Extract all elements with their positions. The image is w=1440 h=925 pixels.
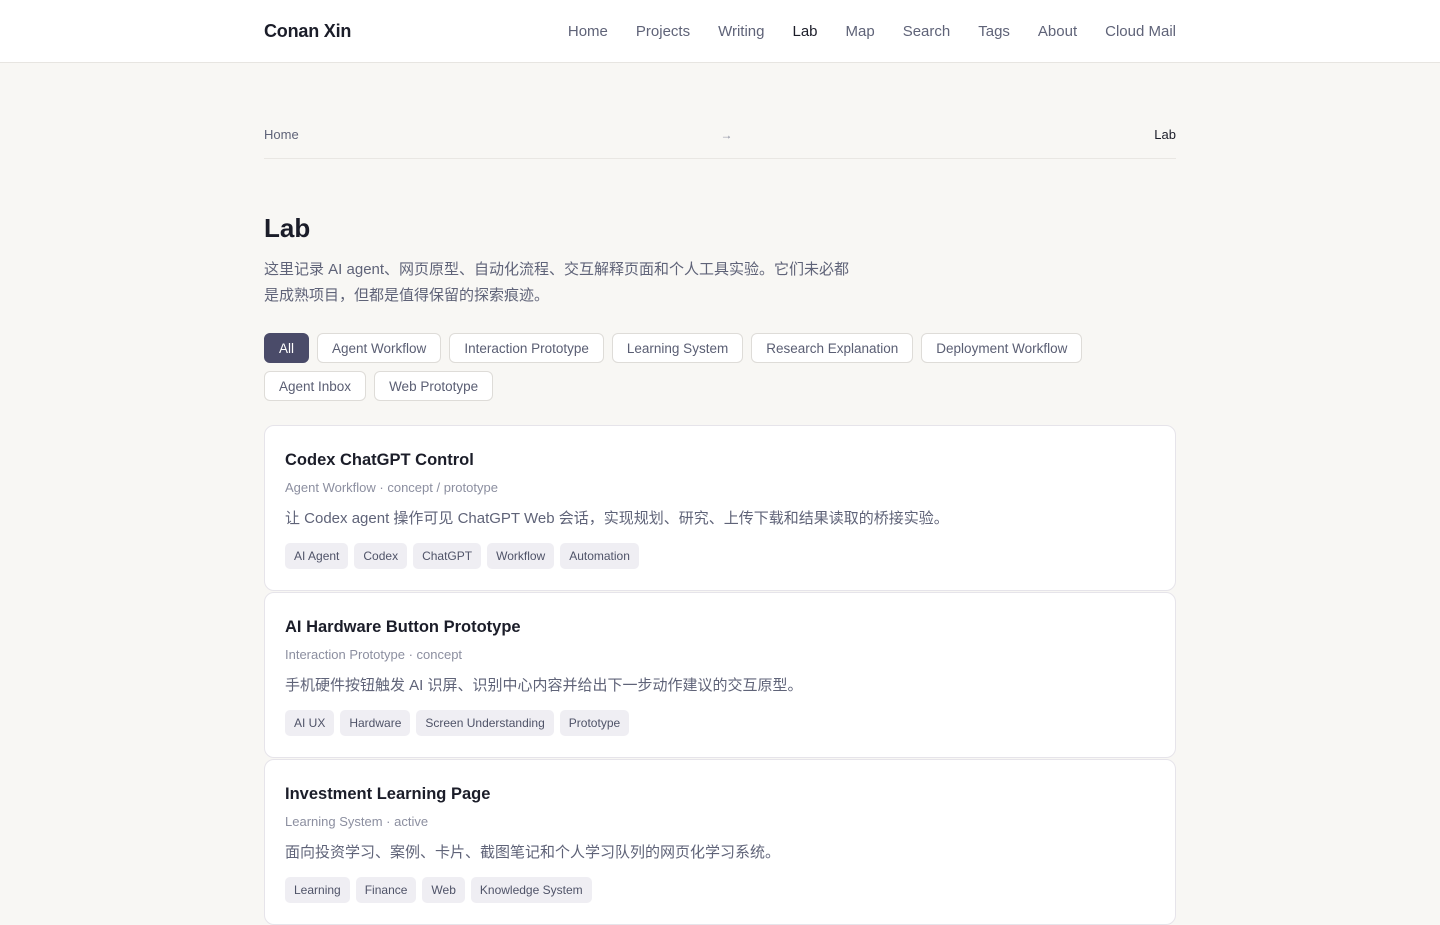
card-meta: Learning System · active: [285, 814, 429, 829]
filter-chip-research-explanation[interactable]: Research Explanation: [751, 333, 914, 363]
card-tag-list: AI Agent Codex ChatGPT Workflow Automati…: [285, 543, 1155, 569]
top-navigation-bar: Conan Xin Home Projects Writing Lab Map …: [0, 0, 1440, 63]
main-content: Home → Lab Lab 这里记录 AI agent、网页原型、自动化流程、…: [264, 127, 1176, 925]
card-title[interactable]: Investment Learning Page: [285, 784, 1155, 804]
card-description: 让 Codex agent 操作可见 ChatGPT Web 会话，实现规划、研…: [285, 510, 949, 527]
nav-item-writing[interactable]: Writing: [718, 23, 764, 40]
card-title[interactable]: AI Hardware Button Prototype: [285, 617, 1155, 637]
tag[interactable]: Automation: [560, 543, 639, 569]
lab-card[interactable]: AI Hardware Button Prototype Interaction…: [264, 592, 1176, 758]
tag[interactable]: Web: [422, 877, 465, 903]
main-nav: Home Projects Writing Lab Map Search Tag…: [568, 23, 1176, 40]
filter-chip-interaction-prototype[interactable]: Interaction Prototype: [449, 333, 604, 363]
nav-item-about[interactable]: About: [1038, 23, 1077, 40]
tag[interactable]: Knowledge System: [470, 877, 592, 903]
topbar-inner: Conan Xin Home Projects Writing Lab Map …: [264, 0, 1176, 63]
nav-item-cloud-mail[interactable]: Cloud Mail: [1105, 23, 1176, 40]
lab-card-list: Codex ChatGPT Control Agent Workflow · c…: [264, 425, 1176, 925]
breadcrumb-home-link[interactable]: Home: [264, 127, 299, 142]
filter-chip-learning-system[interactable]: Learning System: [611, 333, 744, 363]
page-intro: 这里记录 AI agent、网页原型、自动化流程、交互解释页面和个人工具实验。它…: [264, 261, 850, 304]
card-meta: Agent Workflow · concept / prototype: [285, 480, 498, 495]
card-description: 手机硬件按钮触发 AI 识屏、识别中心内容并给出下一步动作建议的交互原型。: [285, 677, 803, 694]
card-title[interactable]: Codex ChatGPT Control: [285, 450, 1155, 470]
breadcrumb-current: Lab: [1154, 127, 1176, 142]
nav-item-home[interactable]: Home: [568, 23, 608, 40]
nav-item-tags[interactable]: Tags: [978, 23, 1010, 40]
tag[interactable]: Workflow: [487, 543, 555, 569]
tag[interactable]: Hardware: [340, 710, 411, 736]
nav-item-projects[interactable]: Projects: [636, 23, 690, 40]
tag[interactable]: Finance: [355, 877, 417, 903]
page-title: Lab: [264, 213, 311, 243]
card-description: 面向投资学习、案例、卡片、截图笔记和个人学习队列的网页化学习系统。: [285, 844, 781, 861]
card-tag-list: AI UX Hardware Screen Understanding Prot…: [285, 710, 1155, 736]
tag[interactable]: AI Agent: [285, 543, 349, 569]
tag[interactable]: Prototype: [559, 710, 630, 736]
card-meta: Interaction Prototype · concept: [285, 647, 463, 662]
tag[interactable]: Codex: [354, 543, 408, 569]
nav-item-lab[interactable]: Lab: [792, 23, 817, 40]
nav-item-map[interactable]: Map: [846, 23, 875, 40]
category-filter-bar: All Agent Workflow Interaction Prototype…: [264, 333, 1176, 401]
filter-chip-deployment-workflow[interactable]: Deployment Workflow: [921, 333, 1083, 363]
filter-chip-web-prototype[interactable]: Web Prototype: [374, 371, 494, 401]
tag[interactable]: Learning: [285, 877, 350, 903]
lab-card[interactable]: Investment Learning Page Learning System…: [264, 759, 1176, 925]
brand-link[interactable]: Conan Xin: [264, 21, 351, 42]
filter-chip-all[interactable]: All: [264, 333, 310, 363]
filter-chip-agent-workflow[interactable]: Agent Workflow: [317, 333, 442, 363]
breadcrumb: Home → Lab: [264, 127, 1176, 159]
breadcrumb-arrow-icon: →: [720, 127, 733, 142]
nav-item-search[interactable]: Search: [903, 23, 951, 40]
card-tag-list: Learning Finance Web Knowledge System: [285, 877, 1155, 903]
tag[interactable]: Screen Understanding: [416, 710, 554, 736]
tag[interactable]: AI UX: [285, 710, 335, 736]
tag[interactable]: ChatGPT: [413, 543, 482, 569]
filter-chip-agent-inbox[interactable]: Agent Inbox: [264, 371, 367, 401]
lab-card[interactable]: Codex ChatGPT Control Agent Workflow · c…: [264, 425, 1176, 591]
